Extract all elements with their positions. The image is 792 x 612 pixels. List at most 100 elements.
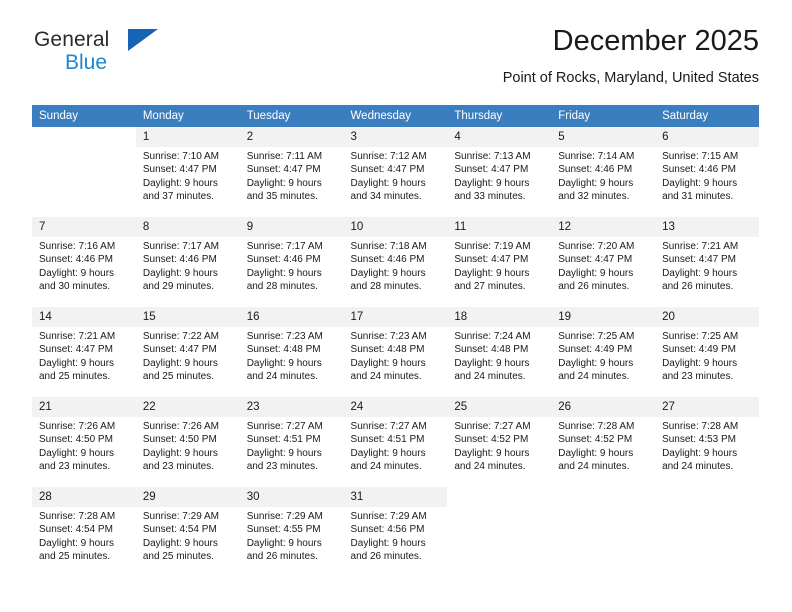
daylight-text-line1: Daylight: 9 hours <box>142 357 218 369</box>
calendar-day-cell[interactable]: 4 Sunrise: 7:13 AM Sunset: 4:47 PM Daylight… <box>447 127 552 211</box>
daylight-text-line1: Daylight: 9 hours <box>454 447 530 459</box>
calendar-day-cell[interactable]: 13 Sunrise: 7:21 AM Sunset: 4:47 PM Dayligh… <box>655 217 759 301</box>
day-details: Sunrise: 7:20 AM Sunset: 4:47 PM Daylight:… <box>551 237 655 294</box>
sunrise-text: Sunrise: 7:24 AM <box>454 331 531 342</box>
calendar-day-cell[interactable]: 16 Sunrise: 7:23 AM Sunset: 4:48 PM Dayligh… <box>239 307 344 391</box>
calendar-cell <box>32 127 136 211</box>
daylight-text-line2: and 25 minutes. <box>142 371 215 383</box>
calendar-day-cell[interactable]: 9 Sunrise: 7:17 AM Sunset: 4:46 PM Daylight… <box>239 217 344 301</box>
day-details: Sunrise: 7:15 AM Sunset: 4:46 PM Daylight:… <box>655 147 759 204</box>
calendar-cell: 14 Sunrise: 7:21 AM Sunset: 4:47 PM Dayligh… <box>32 307 136 391</box>
sunrise-text: Sunrise: 7:18 AM <box>350 241 427 252</box>
calendar-day-cell[interactable]: 3 Sunrise: 7:12 AM Sunset: 4:47 PM Daylight… <box>343 127 448 211</box>
general-blue-logo[interactable]: General Blue <box>32 28 202 86</box>
daylight-text-line2: and 26 minutes. <box>558 281 630 293</box>
calendar-day-cell[interactable]: 2 Sunrise: 7:11 AM Sunset: 4:47 PM Daylight… <box>239 127 344 211</box>
day-number: 21 <box>32 397 136 417</box>
calendar-day-cell[interactable]: 26 Sunrise: 7:28 AM Sunset: 4:52 PM Dayligh… <box>551 397 656 481</box>
calendar-day-cell[interactable]: 20 Sunrise: 7:25 AM Sunset: 4:49 PM Dayligh… <box>655 307 759 391</box>
calendar-cell: 17 Sunrise: 7:23 AM Sunset: 4:48 PM Dayligh… <box>343 307 448 391</box>
calendar-cell: 23 Sunrise: 7:27 AM Sunset: 4:51 PM Dayligh… <box>239 397 344 481</box>
calendar-day-cell[interactable]: 11 Sunrise: 7:19 AM Sunset: 4:47 PM Dayligh… <box>447 217 552 301</box>
calendar-cell-empty <box>32 127 136 211</box>
calendar-day-cell[interactable]: 18 Sunrise: 7:24 AM Sunset: 4:48 PM Dayligh… <box>447 307 552 391</box>
day-number: 23 <box>239 397 344 417</box>
day-number: 22 <box>135 397 240 417</box>
calendar-day-cell[interactable]: 28 Sunrise: 7:28 AM Sunset: 4:54 PM Dayligh… <box>32 487 136 571</box>
sunrise-text: Sunrise: 7:21 AM <box>39 331 116 342</box>
day-number: 7 <box>32 217 136 237</box>
daylight-text-line2: and 24 minutes. <box>662 461 734 473</box>
calendar-day-cell[interactable]: 29 Sunrise: 7:29 AM Sunset: 4:54 PM Dayligh… <box>135 487 240 571</box>
sunset-text: Sunset: 4:46 PM <box>662 164 736 176</box>
day-details: Sunrise: 7:16 AM Sunset: 4:46 PM Daylight:… <box>32 237 136 294</box>
calendar-day-cell[interactable]: 24 Sunrise: 7:27 AM Sunset: 4:51 PM Dayligh… <box>343 397 448 481</box>
sunset-text: Sunset: 4:46 PM <box>246 254 321 266</box>
daylight-text-line2: and 24 minutes. <box>558 371 630 383</box>
day-number: 13 <box>655 217 759 237</box>
sunrise-text: Sunrise: 7:17 AM <box>142 241 219 252</box>
calendar-cell: 4 Sunrise: 7:13 AM Sunset: 4:47 PM Daylight… <box>447 127 552 211</box>
calendar-day-cell[interactable]: 10 Sunrise: 7:18 AM Sunset: 4:46 PM Dayligh… <box>343 217 448 301</box>
day-details: Sunrise: 7:17 AM Sunset: 4:46 PM Daylight:… <box>136 237 240 294</box>
daylight-text-line1: Daylight: 9 hours <box>662 357 738 369</box>
calendar-day-cell[interactable]: 21 Sunrise: 7:26 AM Sunset: 4:50 PM Dayligh… <box>32 397 136 481</box>
calendar-day-cell[interactable]: 19 Sunrise: 7:25 AM Sunset: 4:49 PM Dayligh… <box>551 307 656 391</box>
calendar-day-cell[interactable]: 25 Sunrise: 7:27 AM Sunset: 4:52 PM Dayligh… <box>447 397 552 481</box>
calendar-day-cell[interactable]: 23 Sunrise: 7:27 AM Sunset: 4:51 PM Dayligh… <box>239 397 344 481</box>
sunrise-text: Sunrise: 7:29 AM <box>142 511 219 522</box>
calendar-day-cell[interactable]: 30 Sunrise: 7:29 AM Sunset: 4:55 PM Dayligh… <box>239 487 344 571</box>
daylight-text-line2: and 25 minutes. <box>39 551 111 563</box>
daylight-text-line2: and 23 minutes. <box>39 461 111 473</box>
calendar-day-cell[interactable]: 1 Sunrise: 7:10 AM Sunset: 4:47 PM Daylight… <box>135 127 240 211</box>
calendar-cell: 8 Sunrise: 7:17 AM Sunset: 4:46 PM Daylight… <box>135 217 240 301</box>
daylight-text-line1: Daylight: 9 hours <box>350 357 426 369</box>
day-number: 1 <box>135 127 240 147</box>
calendar-day-cell[interactable]: 17 Sunrise: 7:23 AM Sunset: 4:48 PM Dayligh… <box>343 307 448 391</box>
calendar-cell: 10 Sunrise: 7:18 AM Sunset: 4:46 PM Dayligh… <box>343 217 448 301</box>
sunset-text: Sunset: 4:46 PM <box>558 164 633 176</box>
sunset-text: Sunset: 4:47 PM <box>142 344 217 356</box>
day-details: Sunrise: 7:29 AM Sunset: 4:54 PM Daylight:… <box>136 507 240 564</box>
calendar-day-cell[interactable]: 22 Sunrise: 7:26 AM Sunset: 4:50 PM Dayligh… <box>135 397 240 481</box>
calendar-day-cell[interactable]: 8 Sunrise: 7:17 AM Sunset: 4:46 PM Daylight… <box>135 217 240 301</box>
sunrise-text: Sunrise: 7:27 AM <box>246 421 323 432</box>
page-header: General Blue December 2025 Point of Rock… <box>32 24 759 100</box>
day-details: Sunrise: 7:23 AM Sunset: 4:48 PM Daylight:… <box>240 327 344 384</box>
weekday-header-saturday: Saturday <box>655 105 759 127</box>
daylight-text-line1: Daylight: 9 hours <box>246 447 322 459</box>
day-number: 3 <box>343 127 448 147</box>
sunrise-text: Sunrise: 7:27 AM <box>350 421 427 432</box>
calendar-day-cell[interactable]: 7 Sunrise: 7:16 AM Sunset: 4:46 PM Daylight… <box>32 217 136 301</box>
sunset-text: Sunset: 4:51 PM <box>350 434 425 446</box>
sunrise-text: Sunrise: 7:26 AM <box>142 421 219 432</box>
sunset-text: Sunset: 4:50 PM <box>142 434 217 446</box>
calendar-cell-empty <box>447 487 552 571</box>
calendar-week-row: 21 Sunrise: 7:26 AM Sunset: 4:50 PM Dayligh… <box>32 397 759 481</box>
daylight-text-line2: and 26 minutes. <box>350 551 422 563</box>
calendar-cell: 29 Sunrise: 7:29 AM Sunset: 4:54 PM Dayligh… <box>135 487 240 571</box>
calendar-cell: 24 Sunrise: 7:27 AM Sunset: 4:51 PM Dayligh… <box>343 397 448 481</box>
weekday-header-sunday: Sunday <box>32 105 136 127</box>
calendar-day-cell[interactable]: 27 Sunrise: 7:28 AM Sunset: 4:53 PM Dayligh… <box>655 397 759 481</box>
weekday-header-tuesday: Tuesday <box>239 105 344 127</box>
calendar-day-cell[interactable]: 15 Sunrise: 7:22 AM Sunset: 4:47 PM Dayligh… <box>135 307 240 391</box>
calendar-cell: 25 Sunrise: 7:27 AM Sunset: 4:52 PM Dayligh… <box>447 397 552 481</box>
calendar-day-cell[interactable]: 31 Sunrise: 7:29 AM Sunset: 4:56 PM Dayligh… <box>343 487 448 571</box>
daylight-text-line1: Daylight: 9 hours <box>558 447 634 459</box>
calendar-day-cell[interactable]: 14 Sunrise: 7:21 AM Sunset: 4:47 PM Dayligh… <box>32 307 136 391</box>
sunrise-text: Sunrise: 7:19 AM <box>454 241 531 252</box>
calendar-day-cell[interactable]: 12 Sunrise: 7:20 AM Sunset: 4:47 PM Dayligh… <box>551 217 656 301</box>
daylight-text-line1: Daylight: 9 hours <box>350 447 426 459</box>
sunrise-text: Sunrise: 7:13 AM <box>454 151 531 162</box>
calendar-cell: 27 Sunrise: 7:28 AM Sunset: 4:53 PM Dayligh… <box>655 397 759 481</box>
day-details: Sunrise: 7:21 AM Sunset: 4:47 PM Daylight:… <box>32 327 136 384</box>
daylight-text-line1: Daylight: 9 hours <box>142 177 218 189</box>
logo-text-blue: Blue <box>65 51 108 74</box>
day-details: Sunrise: 7:11 AM Sunset: 4:47 PM Daylight:… <box>240 147 344 204</box>
day-number: 24 <box>343 397 448 417</box>
sunrise-text: Sunrise: 7:12 AM <box>350 151 427 162</box>
daylight-text-line1: Daylight: 9 hours <box>662 267 738 279</box>
calendar-day-cell[interactable]: 6 Sunrise: 7:15 AM Sunset: 4:46 PM Daylight… <box>655 127 759 211</box>
calendar-day-cell[interactable]: 5 Sunrise: 7:14 AM Sunset: 4:46 PM Daylight… <box>551 127 656 211</box>
